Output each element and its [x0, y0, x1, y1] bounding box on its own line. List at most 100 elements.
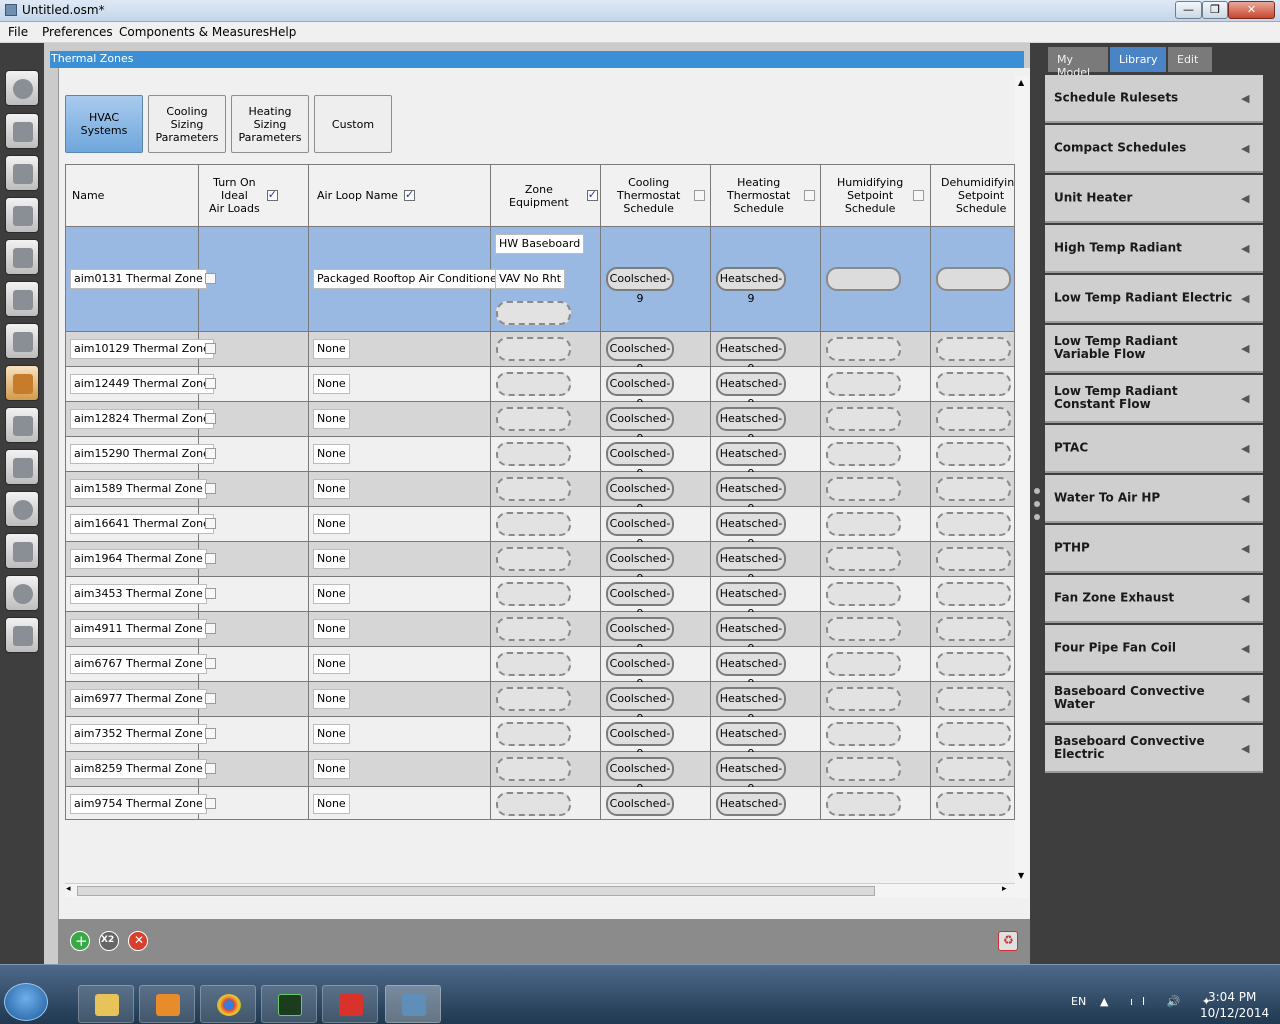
variables-tab-button[interactable] — [5, 449, 39, 485]
table-row[interactable]: aim12824 Thermal Zone None Coolsched-9 Heat… — [66, 402, 1014, 445]
library-item[interactable]: Baseboard Convective Water ◀ — [1045, 675, 1263, 723]
humidifying-setpoint-header-checkbox[interactable] — [913, 190, 925, 201]
subtab-hvac-systems[interactable]: HVAC Systems — [65, 95, 143, 153]
humidifying-drop-zone[interactable] — [826, 477, 901, 501]
library-item[interactable]: PTAC ◀ — [1045, 425, 1263, 473]
taskbar-file-explorer[interactable] — [78, 985, 134, 1023]
schedules-tab-button[interactable] — [5, 113, 39, 149]
humidifying-drop-zone[interactable] — [826, 722, 901, 746]
expand-arrow-icon[interactable]: ◀ — [1241, 542, 1249, 555]
table-row[interactable]: aim10129 Thermal Zone None Coolsched-9 Heat… — [66, 332, 1014, 375]
cooling-thermostat-header-checkbox[interactable] — [694, 190, 706, 201]
expand-arrow-icon[interactable]: ◀ — [1241, 92, 1249, 105]
zone-name-field[interactable]: aim1964 Thermal Zone — [70, 549, 207, 569]
air-loop-field[interactable]: None — [313, 549, 350, 569]
air-loop-header-checkbox[interactable] — [403, 188, 415, 201]
humidifying-drop-zone[interactable] — [826, 337, 901, 361]
library-item[interactable]: PTHP ◀ — [1045, 525, 1263, 573]
ideal-air-loads-checkbox[interactable] — [205, 518, 216, 529]
table-row[interactable]: aim1964 Thermal Zone None Coolsched-9 Heats… — [66, 542, 1014, 585]
zone-equipment-drop-zone[interactable] — [496, 547, 571, 571]
menu-file[interactable]: File — [8, 25, 28, 39]
air-loop-field[interactable]: Packaged Rooftop Air Conditioner — [313, 269, 506, 289]
heating-schedule-pill[interactable]: Heatsched-9 — [716, 512, 786, 550]
air-loop-field[interactable]: None — [313, 514, 350, 534]
cooling-schedule-pill[interactable]: Coolsched-9 — [606, 547, 674, 585]
table-row[interactable]: aim6977 Thermal Zone None Coolsched-9 Heats… — [66, 682, 1014, 725]
dehumidifying-drop-zone[interactable] — [936, 792, 1011, 816]
zone-equipment-drop-zone[interactable] — [496, 512, 571, 536]
zone-name-field[interactable]: aim15290 Thermal Zone — [70, 444, 214, 464]
cooling-schedule-pill[interactable]: Coolsched-9 — [606, 337, 674, 375]
dehumidifying-drop-zone[interactable] — [936, 407, 1011, 431]
dehumidifying-drop-zone[interactable] — [936, 582, 1011, 606]
zone-equipment-drop-zone[interactable] — [496, 477, 571, 501]
zone-equipment-drop-zone[interactable] — [496, 442, 571, 466]
heating-schedule-pill[interactable]: Heatsched-9 — [716, 372, 786, 410]
taskbar-terminal[interactable] — [261, 985, 317, 1023]
table-row[interactable]: aim1589 Thermal Zone None Coolsched-9 Heats… — [66, 472, 1014, 515]
zone-equipment-drop-zone[interactable] — [496, 337, 571, 361]
cooling-schedule-pill[interactable]: Coolsched-9 — [606, 372, 674, 410]
taskbar-media-player[interactable] — [139, 985, 195, 1023]
zone-name-field[interactable]: aim6977 Thermal Zone — [70, 689, 207, 709]
scroll-down-icon[interactable]: ▼ — [1018, 871, 1024, 880]
library-item[interactable]: Low Temp Radiant Variable Flow ◀ — [1045, 325, 1263, 373]
scroll-left-icon[interactable]: ◂ — [66, 884, 71, 894]
heating-thermostat-header-checkbox[interactable] — [804, 190, 816, 201]
ideal-air-loads-checkbox[interactable] — [205, 553, 216, 564]
ideal-air-loads-checkbox[interactable] — [205, 728, 216, 739]
expand-arrow-icon[interactable]: ◀ — [1241, 442, 1249, 455]
dehumidifying-drop-zone[interactable] — [936, 337, 1011, 361]
facility-tab-button[interactable] — [5, 323, 39, 359]
menu-preferences[interactable]: Preferences — [42, 25, 113, 39]
dehumidifying-drop-zone[interactable] — [936, 267, 1011, 291]
add-icon[interactable]: + — [70, 931, 90, 951]
zone-name-field[interactable]: aim7352 Thermal Zone — [70, 724, 207, 744]
humidifying-drop-zone[interactable] — [826, 512, 901, 536]
table-row[interactable]: aim9754 Thermal Zone None Coolsched-9 Heats… — [66, 787, 1014, 819]
zone-equipment-header-checkbox[interactable] — [586, 188, 598, 201]
zone-name-field[interactable]: aim12824 Thermal Zone — [70, 409, 214, 429]
table-row[interactable]: aim12449 Thermal Zone None Coolsched-9 Heat… — [66, 367, 1014, 410]
ideal-air-loads-checkbox[interactable] — [205, 588, 216, 599]
air-loop-field[interactable]: None — [313, 339, 350, 359]
humidifying-drop-zone[interactable] — [826, 547, 901, 571]
cooling-schedule-pill[interactable]: Coolsched-9 — [606, 267, 674, 305]
dehumidifying-drop-zone[interactable] — [936, 617, 1011, 641]
remove-icon[interactable]: ✕ — [128, 931, 148, 951]
space-types-tab-button[interactable] — [5, 239, 39, 275]
zone-equipment-item[interactable]: HW Baseboard — [495, 234, 585, 254]
ideal-air-loads-checkbox[interactable] — [205, 658, 216, 669]
library-item[interactable]: Baseboard Convective Electric ◀ — [1045, 725, 1263, 773]
humidifying-drop-zone[interactable] — [826, 407, 901, 431]
geometry-tab-button[interactable] — [5, 281, 39, 317]
cooling-schedule-pill[interactable]: Coolsched-9 — [606, 582, 674, 620]
zone-name-field[interactable]: aim3453 Thermal Zone — [70, 584, 207, 604]
table-row-selected[interactable]: aim0131 Thermal Zone Packaged Rooftop Ai… — [66, 227, 1014, 332]
heating-schedule-pill[interactable]: Heatsched-9 — [716, 722, 786, 760]
heating-schedule-pill[interactable]: Heatsched-9 — [716, 652, 786, 690]
taskbar-chrome[interactable] — [200, 985, 256, 1023]
zone-equipment-drop-zone[interactable] — [496, 301, 571, 325]
air-loop-field[interactable]: None — [313, 584, 350, 604]
close-button[interactable]: ✕ — [1228, 1, 1275, 19]
zone-equipment-drop-zone[interactable] — [496, 722, 571, 746]
table-row[interactable]: aim3453 Thermal Zone None Coolsched-9 Heats… — [66, 577, 1014, 620]
cooling-schedule-pill[interactable]: Coolsched-9 — [606, 442, 674, 480]
hvac-systems-tab-button[interactable] — [5, 407, 39, 443]
table-row[interactable]: aim4911 Thermal Zone None Coolsched-9 Heats… — [66, 612, 1014, 655]
purge-icon[interactable]: ♻ — [998, 931, 1018, 951]
cooling-schedule-pill[interactable]: Coolsched-9 — [606, 722, 674, 760]
air-loop-field[interactable]: None — [313, 479, 350, 499]
ideal-air-loads-checkbox[interactable] — [205, 623, 216, 634]
dehumidifying-drop-zone[interactable] — [936, 547, 1011, 571]
zone-name-field[interactable]: aim6767 Thermal Zone — [70, 654, 207, 674]
subtab-cooling-sizing[interactable]: Cooling Sizing Parameters — [148, 95, 226, 153]
table-row[interactable]: aim7352 Thermal Zone None Coolsched-9 Heats… — [66, 717, 1014, 760]
heating-schedule-pill[interactable]: Heatsched-9 — [716, 442, 786, 480]
library-item[interactable]: Water To Air HP ◀ — [1045, 475, 1263, 523]
dehumidifying-drop-zone[interactable] — [936, 687, 1011, 711]
start-button[interactable] — [4, 983, 48, 1021]
heating-schedule-pill[interactable]: Heatsched-9 — [716, 407, 786, 445]
